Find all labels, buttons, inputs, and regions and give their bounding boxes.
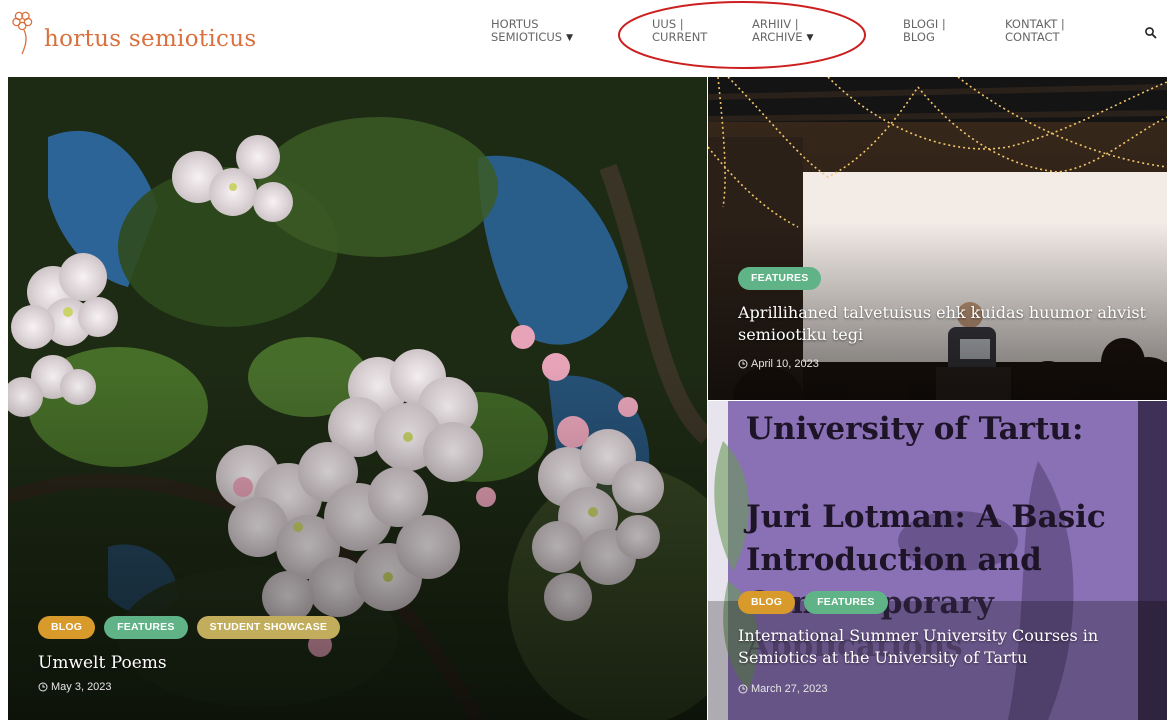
caret-down-icon: ▼	[566, 33, 574, 43]
clock-icon	[38, 682, 48, 692]
nav-label-line2: BLOG	[903, 30, 935, 44]
nav-label-line2: CONTACT	[1005, 30, 1060, 44]
nav-item-blog[interactable]: BLOGI | BLOG	[903, 18, 946, 44]
main-nav: HORTUS SEMIOTICUS ▼ UUS | CURRENT ARHIIV …	[0, 18, 1167, 58]
nav-item-current[interactable]: UUS | CURRENT	[652, 18, 707, 44]
search-icon[interactable]	[1144, 26, 1158, 40]
post-tags: BLOG FEATURES STUDENT SHOWCASE	[38, 616, 341, 639]
post-date-text: May 3, 2023	[51, 681, 112, 693]
post-title[interactable]: Umwelt Poems	[38, 652, 167, 674]
tag-blog[interactable]: BLOG	[738, 591, 796, 614]
post-date: March 27, 2023	[738, 683, 827, 695]
post-date: April 10, 2023	[738, 358, 819, 370]
tag-blog[interactable]: BLOG	[38, 616, 96, 639]
post-tile-summer-university[interactable]: University of Tartu: Juri Lotman: A Basi…	[708, 401, 1167, 720]
nav-label-line2: SEMIOTICUS	[491, 30, 563, 44]
tag-features[interactable]: FEATURES	[104, 616, 188, 639]
tag-features[interactable]: FEATURES	[738, 267, 822, 290]
poster-line: Introduction and	[746, 542, 1042, 578]
post-tags: FEATURES	[738, 267, 822, 290]
post-title[interactable]: Aprillihaned talvetuisus ehk kuidas huum…	[738, 302, 1158, 346]
poster-line: Juri Lotman: A Basic	[746, 499, 1106, 535]
post-date: May 3, 2023	[38, 681, 112, 693]
nav-item-hortus-semioticus[interactable]: HORTUS SEMIOTICUS ▼	[491, 18, 573, 45]
site-header: hortus semioticus HORTUS SEMIOTICUS ▼ UUS…	[0, 0, 1167, 77]
nav-label-line2: CURRENT	[652, 30, 708, 44]
nav-label-line2: ARCHIVE	[752, 30, 803, 44]
post-tags: BLOG FEATURES	[738, 591, 888, 614]
nav-item-contact[interactable]: KONTAKT | CONTACT	[1005, 18, 1065, 44]
post-date-text: April 10, 2023	[751, 358, 819, 370]
caret-down-icon: ▼	[806, 33, 814, 43]
clock-icon	[738, 684, 748, 694]
nav-item-archive[interactable]: ARHIIV | ARCHIVE ▼	[752, 18, 813, 45]
post-tile-aprillihaned[interactable]: FEATURES Aprillihaned talvetuisus ehk ku…	[708, 77, 1167, 400]
clock-icon	[738, 359, 748, 369]
featured-post-tile[interactable]: BLOG FEATURES STUDENT SHOWCASE Umwelt Po…	[8, 77, 707, 720]
post-date-text: March 27, 2023	[751, 683, 828, 695]
tag-features[interactable]: FEATURES	[804, 591, 888, 614]
poster-line: University of Tartu:	[746, 411, 1084, 447]
post-title[interactable]: International Summer University Courses …	[738, 625, 1158, 669]
tag-student-showcase[interactable]: STUDENT SHOWCASE	[196, 616, 341, 639]
